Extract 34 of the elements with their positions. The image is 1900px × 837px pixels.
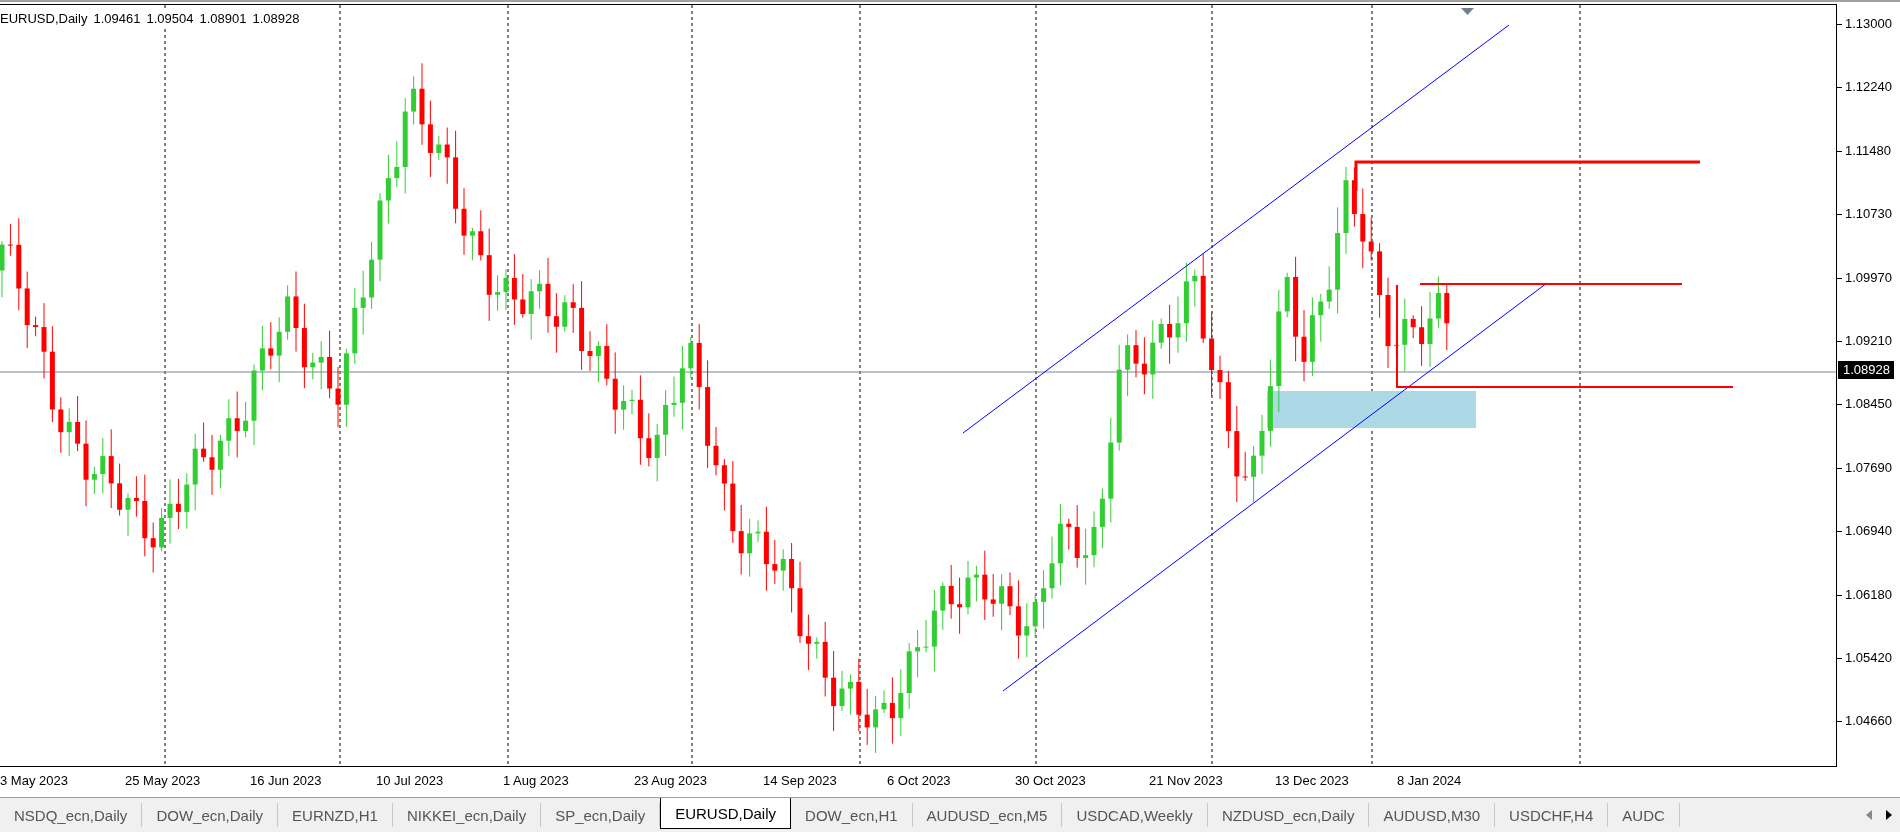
price-label: 1.13000 <box>1837 15 1900 33</box>
price-label: 1.07690 <box>1837 458 1900 477</box>
date-label: 3 May 2023 <box>0 773 68 788</box>
triangle-marker-icon <box>1461 8 1474 15</box>
chart-tab[interactable]: EURUSD,Daily <box>660 798 792 829</box>
date-label: 6 Oct 2023 <box>887 773 951 788</box>
ohlc-value: 1.08901 <box>199 11 247 26</box>
date-label: 30 Oct 2023 <box>1015 773 1086 788</box>
date-label: 16 Jun 2023 <box>250 773 322 788</box>
price-label: 1.09970 <box>1837 268 1900 287</box>
price-label: 1.04660 <box>1837 712 1900 731</box>
date-label: 25 May 2023 <box>125 773 201 788</box>
current-price-label: 1.08928 <box>1838 361 1894 379</box>
price-label: 1.09210 <box>1837 331 1900 350</box>
date-label: 14 Sep 2023 <box>763 773 837 788</box>
date-label: 10 Jul 2023 <box>376 773 444 788</box>
price-label: 1.05420 <box>1837 648 1900 667</box>
ohlc-value: 1.09504 <box>146 11 194 26</box>
date-label: 21 Nov 2023 <box>1149 773 1223 788</box>
symbol-label: EURUSD,Daily <box>0 11 88 26</box>
price-label: 1.06940 <box>1837 522 1900 541</box>
price-label: 1.08450 <box>1837 395 1900 414</box>
price-label: 1.12240 <box>1837 78 1900 97</box>
price-label: 1.10730 <box>1837 205 1900 224</box>
date-label: 23 Aug 2023 <box>634 773 708 788</box>
right-triangle-icon[interactable] <box>1886 810 1892 820</box>
ohlc-value: 1.09461 <box>93 11 141 26</box>
date-label: 1 Aug 2023 <box>503 773 569 788</box>
date-label: 8 Jan 2024 <box>1397 773 1462 788</box>
ohlc-value: 1.08928 <box>252 11 300 26</box>
left-triangle-icon[interactable] <box>1866 810 1872 820</box>
price-label: 1.11480 <box>1837 141 1900 160</box>
price-label: 1.06180 <box>1837 585 1900 604</box>
date-label: 13 Dec 2023 <box>1275 773 1349 788</box>
